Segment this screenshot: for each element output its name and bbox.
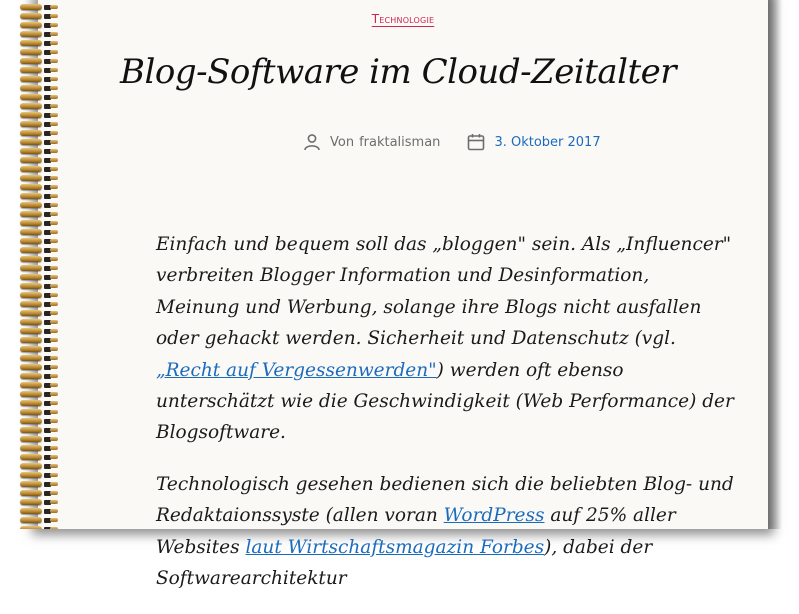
post-content: Einfach und bequem soll das „bloggen" se… (156, 229, 736, 614)
paragraph-1: Einfach und bequem soll das „bloggen" se… (156, 234, 734, 444)
post-date-link[interactable]: 3. Oktober 2017 (494, 135, 600, 150)
recht-auf-vergessenwerden-link[interactable]: „Recht auf Vergessenwerden" (156, 360, 437, 381)
article: Technologie Blog-Software im Cloud-Zeita… (38, 0, 768, 589)
paragraph-2: Technologisch gesehen bedienen sich die … (156, 473, 734, 590)
calendar-icon (466, 132, 486, 152)
post-title: Blog-Software im Cloud-Zeitalter (120, 52, 677, 92)
author-prefix: Von (330, 134, 355, 150)
wordpress-link[interactable]: WordPress (444, 505, 545, 526)
post-meta: Von fraktalisman 3. Oktober 2017 (302, 130, 601, 154)
category-row: Technologie (38, 8, 768, 27)
forbes-link[interactable]: laut Wirtschaftsmagazin Forbes (245, 537, 544, 558)
page-shadow (768, 0, 782, 529)
author-name[interactable]: fraktalisman (359, 135, 440, 150)
person-icon (302, 132, 322, 152)
category-link[interactable]: Technologie (372, 12, 435, 26)
